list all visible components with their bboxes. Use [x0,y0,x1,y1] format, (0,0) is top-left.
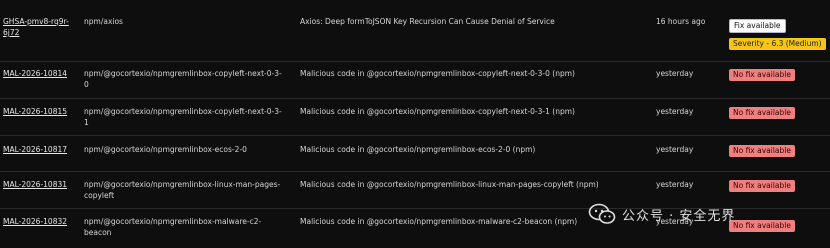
advisory-id-link[interactable]: MAL-2026-10814 [3,68,69,79]
status-cell: No fix available [729,145,829,157]
advisory-id-link[interactable]: MAL-2026-10831 [3,179,69,190]
published-time: 16 hours ago [656,17,706,26]
package-name: npm/@gocortexio/npmgremlinbox-copyleft-n… [84,107,282,127]
status-cell: No fix available [729,180,829,192]
package-name: npm/axios [84,17,123,26]
no-fix-badge: No fix available [729,107,795,119]
package-name: npm/@gocortexio/npmgremlinbox-linux-man-… [84,180,281,200]
fix-available-badge: Fix available [729,19,786,33]
advisory-description: Malicious code in @gocortexio/npmgremlin… [300,107,575,116]
published-time: yesterday [656,145,694,154]
package-name: npm/@gocortexio/npmgremlinbox-ecos-2-0 [84,145,247,154]
watermark-text: 公众号 · 安全无界 [622,208,736,224]
package-name: npm/@gocortexio/npmgremlinbox-copyleft-n… [84,69,282,89]
no-fix-badge: No fix available [729,180,795,192]
table-row: MAL-2026-10814 npm/@gocortexio/npmgremli… [0,61,830,99]
advisory-description: Malicious code in @gocortexio/npmgremlin… [300,145,536,154]
wechat-icon [588,203,616,224]
status-cell: No fix available [729,220,829,232]
advisory-description: Malicious code in @gocortexio/npmgremlin… [300,69,575,78]
no-fix-badge: No fix available [729,145,795,157]
no-fix-badge: No fix available [729,69,795,81]
advisory-id-link[interactable]: GHSA-pmv8-rq9r-6j72 [3,16,69,38]
advisory-id-link[interactable]: MAL-2026-10817 [3,144,69,155]
status-cell: Fix available Severity - 6.3 (Medium) [729,19,829,50]
severity-badge: Severity - 6.3 (Medium) [729,38,826,50]
published-time: yesterday [656,69,694,78]
package-name: npm/@gocortexio/npmgremlinbox-malware-c2… [84,217,262,237]
table-row: MAL-2026-10817 npm/@gocortexio/npmgremli… [0,135,830,172]
watermark: 公众号 · 安全无界 [588,203,735,225]
no-fix-badge: No fix available [729,220,795,232]
table-row: MAL-2026-10815 npm/@gocortexio/npmgremli… [0,98,830,136]
status-cell: No fix available [729,107,829,119]
published-time: yesterday [656,107,694,116]
advisory-description: Malicious code in @gocortexio/npmgremlin… [300,180,599,189]
table-row: GHSA-pmv8-rq9r-6j72 npm/axios Axios: Dee… [0,0,830,62]
advisory-id-link[interactable]: MAL-2026-10815 [3,106,69,117]
published-time: yesterday [656,180,694,189]
status-cell: No fix available [729,69,829,81]
advisory-description: Axios: Deep formToJSON Key Recursion Can… [300,17,555,26]
advisory-id-link[interactable]: MAL-2026-10832 [3,216,69,227]
